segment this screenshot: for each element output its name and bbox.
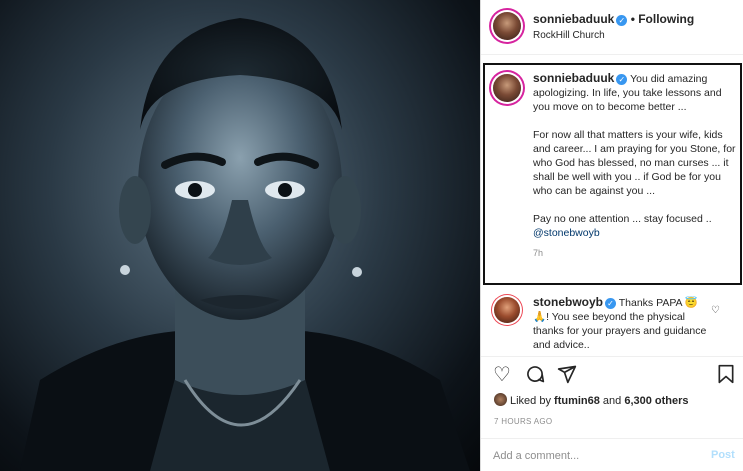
author-line: sonniebaduuk ✓ • Following (533, 12, 694, 26)
verified-badge-icon: ✓ (605, 298, 617, 309)
heart-icon[interactable]: ♡ (493, 364, 515, 386)
caption-paragraph-2: For now all that matters is your wife, k… (533, 129, 736, 197)
likes-prefix: Liked by (510, 395, 555, 407)
comment-like-heart-icon[interactable]: ♡ (711, 305, 720, 316)
caption-author-avatar[interactable] (493, 74, 521, 102)
verified-badge-icon: ✓ (616, 15, 628, 26)
caption-text: sonniebaduuk ✓ You did amazing apologizin… (533, 71, 738, 260)
comment-item: stonebwoyb ✓ Thanks PAPA 😇 🙏! You see bey… (481, 290, 743, 352)
caption-time: 7h (533, 248, 544, 258)
bookmark-icon[interactable] (717, 364, 739, 386)
author-avatar[interactable] (493, 12, 521, 40)
post-timestamp[interactable]: 7 HOURS AGO (494, 417, 552, 426)
comment-icon[interactable] (525, 364, 547, 386)
comment-text: stonebwoyb ✓ Thanks PAPA 😇 🙏! You see bey… (533, 295, 708, 352)
post-photo[interactable] (0, 0, 480, 471)
caption-author-username[interactable]: sonniebaduuk (533, 71, 614, 85)
post-comment-button[interactable]: Post (711, 449, 735, 461)
comment-input[interactable] (493, 448, 693, 464)
caption-mention-link[interactable]: @stonebwoyb (533, 227, 600, 239)
liker-username[interactable]: ftumin68 (554, 395, 600, 407)
author-username[interactable]: sonniebaduuk (533, 12, 614, 26)
caption-paragraph-3: Pay no one attention ... stay focused .. (533, 213, 712, 225)
commenter-avatar[interactable] (494, 297, 520, 323)
likes-others-count[interactable]: 6,300 others (624, 395, 688, 407)
liker-avatar[interactable] (494, 393, 507, 406)
commenter-username[interactable]: stonebwoyb (533, 295, 603, 309)
post-location[interactable]: RockHill Church (533, 30, 605, 41)
post-side-panel: sonniebaduuk ✓ • Following RockHill Churc… (480, 0, 743, 471)
likes-middle: and (599, 395, 625, 407)
share-icon[interactable] (557, 364, 579, 386)
likes-summary: Liked by ftumin68 and 6,300 others (494, 393, 689, 407)
follow-status[interactable]: • Following (631, 12, 695, 26)
verified-badge-icon: ✓ (616, 74, 628, 85)
post-header: sonniebaduuk ✓ • Following RockHill Churc… (481, 0, 743, 55)
comment-bar: Post (481, 438, 743, 471)
portrait-image (20, 18, 470, 471)
